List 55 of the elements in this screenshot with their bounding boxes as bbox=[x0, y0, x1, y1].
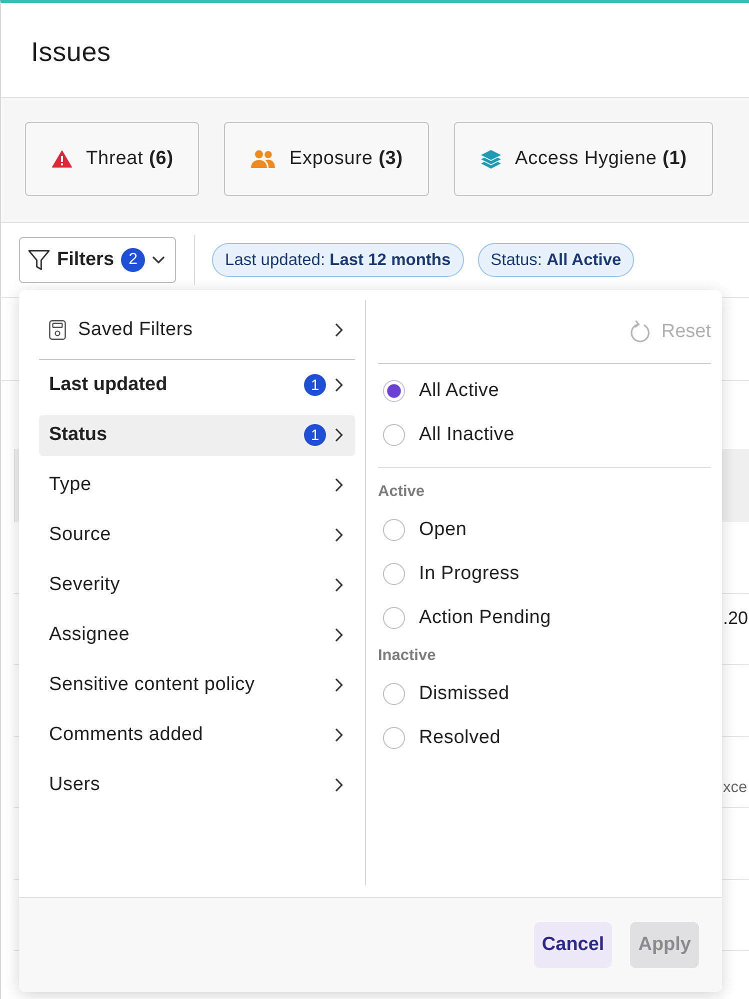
filter-chip[interactable]: Status: All Active bbox=[478, 243, 634, 277]
chevron-right-icon bbox=[335, 628, 343, 642]
count-badge: 2 bbox=[121, 248, 146, 272]
status-option[interactable]: Dismissed bbox=[378, 672, 711, 716]
filter-menu-item[interactable]: Source bbox=[39, 514, 355, 556]
cancel-button[interactable]: Cancel bbox=[534, 922, 612, 968]
filter-menu-item[interactable]: Status 1 bbox=[39, 414, 355, 456]
filter-menu-item[interactable]: Users bbox=[39, 764, 355, 806]
chevron-right-icon bbox=[335, 778, 343, 792]
group-heading: Inactive bbox=[378, 646, 437, 666]
radio-button[interactable] bbox=[383, 727, 405, 749]
saved-filters-item[interactable]: Saved Filters bbox=[39, 310, 355, 350]
refresh-icon bbox=[629, 320, 652, 343]
chevron-down-icon bbox=[152, 256, 166, 264]
filter-menu-item[interactable]: Assignee bbox=[39, 614, 355, 656]
chevron-right-icon bbox=[335, 378, 343, 392]
chevron-right-icon bbox=[335, 323, 343, 337]
category-card[interactable]: Access Hygiene (1) bbox=[454, 122, 713, 196]
warning-icon bbox=[52, 150, 72, 168]
filter-menu-item[interactable]: Type bbox=[39, 464, 355, 506]
filter-chip[interactable]: Last updated: Last 12 months bbox=[212, 243, 464, 277]
status-option[interactable]: Action Pending bbox=[378, 596, 711, 640]
chevron-right-icon bbox=[335, 678, 343, 692]
count-badge: 1 bbox=[304, 424, 326, 446]
page-title: Issues bbox=[31, 36, 111, 68]
chevron-right-icon bbox=[335, 578, 343, 592]
status-option[interactable]: All Active bbox=[378, 369, 711, 413]
radio-button[interactable] bbox=[383, 683, 405, 705]
filter-menu-item[interactable]: Last updated 1 bbox=[39, 364, 355, 406]
radio-button[interactable] bbox=[383, 519, 405, 541]
filter-icon bbox=[28, 249, 50, 271]
radio-button[interactable] bbox=[383, 380, 405, 402]
chevron-right-icon bbox=[335, 428, 343, 442]
filter-menu-item[interactable]: Sensitive content policy bbox=[39, 664, 355, 706]
status-option[interactable]: Open bbox=[378, 508, 711, 552]
status-option[interactable]: In Progress bbox=[378, 552, 711, 596]
clipped-table-text: .20 bbox=[723, 608, 748, 628]
radio-button[interactable] bbox=[383, 563, 405, 585]
filter-menu-item[interactable]: Comments added bbox=[39, 714, 355, 756]
clipped-table-text: xce bbox=[723, 778, 748, 796]
layers-icon bbox=[481, 150, 501, 168]
category-card[interactable]: Exposure (3) bbox=[224, 122, 429, 196]
chevron-right-icon bbox=[335, 478, 343, 492]
group-heading: Active bbox=[378, 482, 426, 502]
filter-menu-item[interactable]: Severity bbox=[39, 564, 355, 606]
radio-button[interactable] bbox=[383, 424, 405, 446]
chevron-right-icon bbox=[335, 528, 343, 542]
status-option[interactable]: All Inactive bbox=[378, 413, 711, 457]
users-icon bbox=[251, 150, 276, 168]
filters-button[interactable]: Filters 2 bbox=[19, 237, 176, 283]
chevron-right-icon bbox=[335, 728, 343, 742]
radio-button[interactable] bbox=[383, 607, 405, 629]
category-card[interactable]: Threat (6) bbox=[25, 122, 200, 196]
count-badge: 1 bbox=[304, 374, 326, 396]
status-option[interactable]: Resolved bbox=[378, 716, 711, 760]
